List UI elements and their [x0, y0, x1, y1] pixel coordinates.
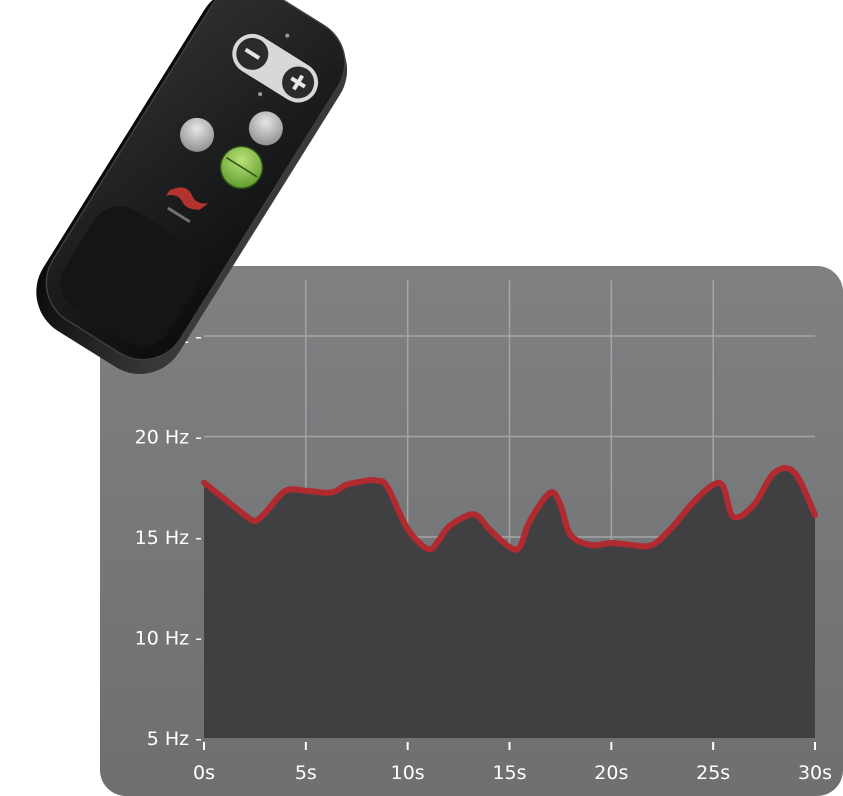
y-tick-label: 5 Hz - [147, 728, 202, 750]
x-tick-label: 20s [594, 762, 628, 784]
x-tick-label: 0s [193, 762, 215, 784]
y-tick-label: 20 Hz - [135, 427, 202, 449]
y-tick-label: 10 Hz - [135, 628, 202, 650]
x-tick-label: 5s [295, 762, 317, 784]
x-tick-label: 15s [492, 762, 526, 784]
x-tick-label: 10s [391, 762, 425, 784]
x-tick-label: 25s [696, 762, 730, 784]
x-tick-label: 30s [798, 762, 832, 784]
y-tick-label: 15 Hz - [135, 527, 202, 549]
vibration-frequency-chart: 0s 5s 10s 15s 20s 25s 30s 5 Hz - 10 Hz - 15 Hz - 2… [36, 0, 843, 796]
